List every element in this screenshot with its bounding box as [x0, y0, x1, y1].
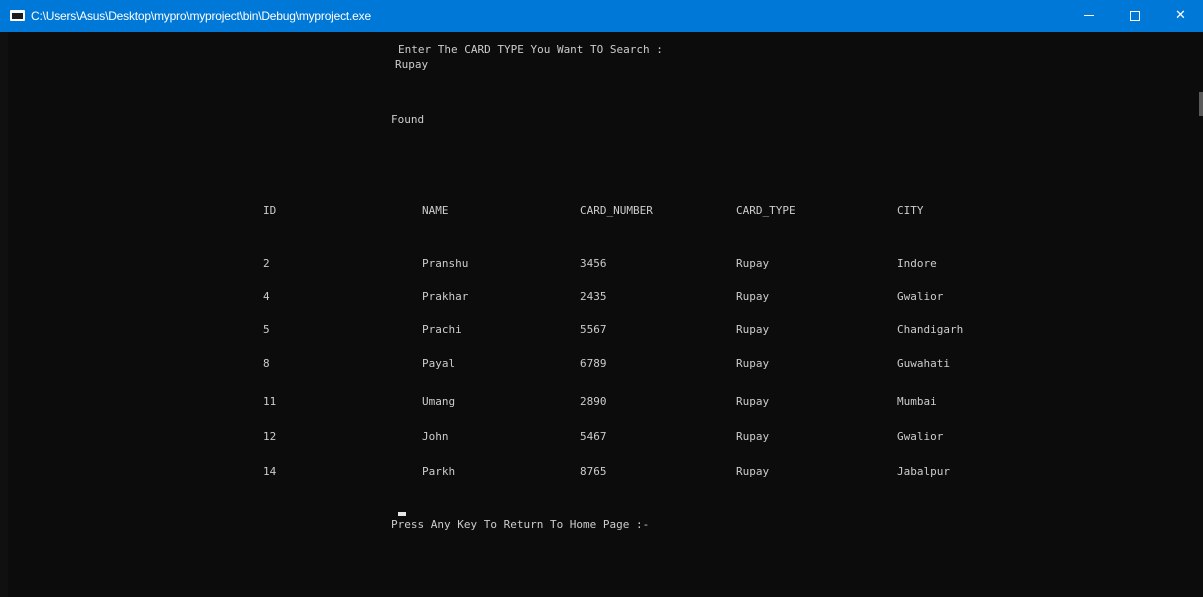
cell-name: Prachi [422, 323, 462, 336]
window-title: C:\Users\Asus\Desktop\mypro\myproject\bi… [31, 9, 371, 23]
result-status: Found [391, 113, 425, 126]
cell-id: 11 [263, 395, 277, 408]
console-output[interactable]: Enter The CARD TYPE You Want TO Search :… [0, 32, 1203, 597]
text-cursor [398, 512, 406, 516]
minimize-icon [1084, 15, 1094, 16]
cell-card-type: Rupay [736, 430, 770, 443]
cell-id: 4 [263, 290, 270, 303]
cell-id: 5 [263, 323, 270, 336]
cell-id: 12 [263, 430, 277, 443]
cell-card-type: Rupay [736, 290, 770, 303]
cell-city: Gwalior [897, 290, 944, 303]
cell-name: Prakhar [422, 290, 469, 303]
close-button[interactable]: ✕ [1158, 0, 1203, 32]
title-bar[interactable]: C:\Users\Asus\Desktop\mypro\myproject\bi… [0, 0, 1203, 32]
cell-card-number: 6789 [580, 357, 607, 370]
cell-city: Indore [897, 257, 937, 270]
column-header-card-type: CARD_TYPE [736, 204, 796, 217]
cell-city: Mumbai [897, 395, 937, 408]
column-header-card-number: CARD_NUMBER [580, 204, 653, 217]
cell-card-type: Rupay [736, 357, 770, 370]
cell-card-type: Rupay [736, 465, 770, 478]
cell-card-number: 8765 [580, 465, 607, 478]
cell-city: Gwalior [897, 430, 944, 443]
maximize-icon [1130, 11, 1140, 21]
column-header-name: NAME [422, 204, 449, 217]
return-prompt: Press Any Key To Return To Home Page :- [391, 518, 650, 531]
scrollbar[interactable] [1197, 32, 1203, 597]
minimize-button[interactable] [1066, 0, 1112, 32]
cell-city: Jabalpur [897, 465, 950, 478]
cell-name: Umang [422, 395, 456, 408]
cell-city: Guwahati [897, 357, 950, 370]
cell-city: Chandigarh [897, 323, 964, 336]
search-prompt: Enter The CARD TYPE You Want TO Search : [398, 43, 663, 56]
search-input-echo: Rupay [395, 58, 429, 71]
cell-card-number: 3456 [580, 257, 607, 270]
cell-id: 8 [263, 357, 270, 370]
cell-card-type: Rupay [736, 323, 770, 336]
cell-card-number: 5467 [580, 430, 607, 443]
console-window: C:\Users\Asus\Desktop\mypro\myproject\bi… [0, 0, 1203, 597]
scrollbar-thumb[interactable] [1199, 92, 1203, 116]
column-header-city: CITY [897, 204, 924, 217]
console-app-icon [10, 10, 25, 21]
cell-card-number: 2890 [580, 395, 607, 408]
cell-name: Payal [422, 357, 456, 370]
cell-id: 2 [263, 257, 270, 270]
cell-name: John [422, 430, 449, 443]
close-icon: ✕ [1175, 8, 1186, 23]
maximize-button[interactable] [1112, 0, 1158, 32]
cell-card-number: 2435 [580, 290, 607, 303]
column-header-id: ID [263, 204, 277, 217]
cell-card-number: 5567 [580, 323, 607, 336]
cell-card-type: Rupay [736, 395, 770, 408]
cell-id: 14 [263, 465, 277, 478]
cell-name: Pranshu [422, 257, 469, 270]
cell-card-type: Rupay [736, 257, 770, 270]
cell-name: Parkh [422, 465, 456, 478]
